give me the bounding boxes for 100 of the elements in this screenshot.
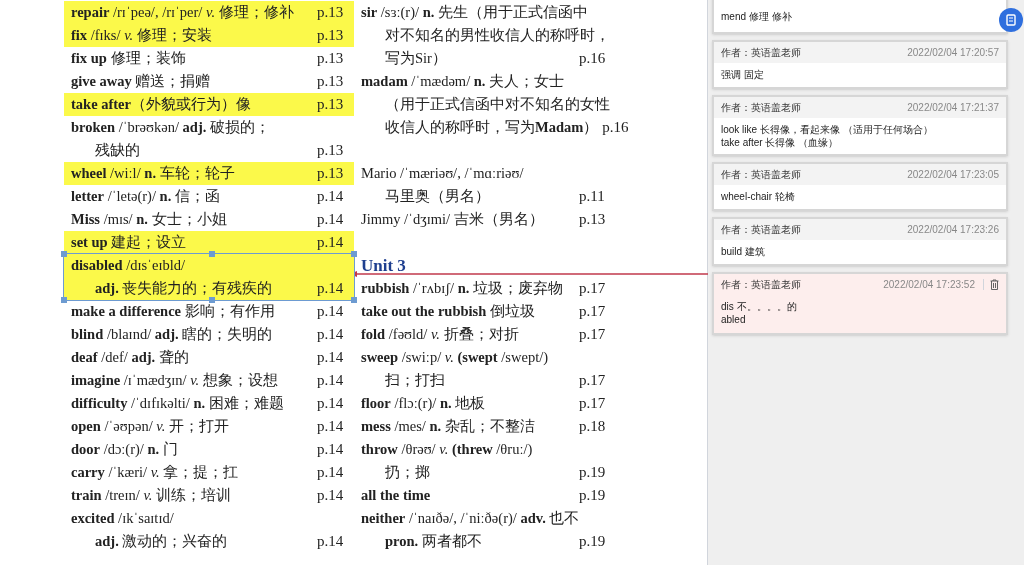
entry-text: rubbish /ˈrʌbɪʃ/ n. 垃圾；废弃物 [361,278,564,298]
entry-text: wheel /wiːl/ n. 车轮；轮子 [71,163,235,183]
page-reference: p.17 [579,371,607,391]
page-reference: p.17 [579,325,607,345]
entry-text: all the time [361,485,431,505]
entry-text: take out the rubbish 倒垃圾 [361,301,535,321]
comment-author: 作者：英语盖老师 [721,168,802,182]
entry-text: disabled /dɪsˈeɪbld/ [71,255,186,275]
page-reference: p.14 [317,279,345,299]
entry-text: 对不知名的男性收信人的称呼时， [385,25,610,45]
page-reference: p.14 [317,348,345,368]
entry-text: open /ˈəʊpən/ v. 开；打开 [71,416,229,436]
page-reference: p.14 [317,394,345,414]
highlighted-entry[interactable]: repair /rɪˈpeə/, /rɪˈper/ v. 修理；修补 p.13 [64,1,354,24]
entry-text: adj. 激动的；兴奋的 [95,531,228,551]
selection-handle[interactable] [209,251,215,257]
delete-button[interactable] [983,279,999,290]
entry-text: neither /ˈnaɪðə/, /ˈniːðə(r)/ adv. 也不 [361,508,580,528]
floating-action-button[interactable] [999,8,1023,32]
entry-text: excited /ɪkˈsaɪtɪd/ [71,508,174,528]
entry-text: repair /rɪˈpeə/, /rɪˈper/ v. 修理；修补 [71,2,294,22]
entry-text: fold /fəʊld/ v. 折叠；对折 [361,324,519,344]
comment-card[interactable]: 作者：英语盖老师 2022/02/04 17:23:52 dis 不。。。。的 abled [712,272,1008,335]
entry-text: 残缺的 [95,140,140,160]
selection-handle[interactable] [209,297,215,303]
comment-author: 作者：英语盖老师 [721,278,802,292]
comment-timestamp: 2022/02/04 17:20:57 [907,46,999,60]
page-reference: p.13 [317,3,345,23]
page-reference: p.14 [317,417,345,437]
comment-author: 作者：英语盖老师 [721,46,802,60]
entry-text: Miss /mɪs/ n. 女士；小姐 [71,209,227,229]
comment-text: dis 不。。。。的 abled [720,300,798,327]
comment-text: look like 长得像，看起来像 （适用于任何场合） take after 长得像 （血缘） [720,123,934,150]
comment-timestamp: 2022/02/04 17:23:52 [883,278,975,292]
entry-text: difficulty /ˈdɪfɪkəlti/ n. 困难；难题 [71,393,284,413]
comment-card[interactable]: mend 修理 修补 [712,0,1008,34]
page-reference: p.13 [317,95,345,115]
comment-timestamp: 2022/02/04 17:21:37 [907,101,999,115]
page-reference: p.13 [317,164,345,184]
selection-handle[interactable] [351,251,357,257]
comment-card[interactable]: 作者：英语盖老师 2022/02/04 17:20:57 强调 固定 [712,40,1008,89]
entry-text: take after（外貌或行为）像 [71,94,251,114]
entry-text: door /dɔː(r)/ n. 门 [71,439,178,459]
page-reference: p.19 [579,532,607,552]
selection-handle[interactable] [61,297,67,303]
page-reference: p.14 [317,532,345,552]
entry-text: fix /fɪks/ v. 修理；安装 [71,25,212,45]
page-reference: p.17 [579,394,607,414]
page-reference: p.13 [317,49,345,69]
page-reference: p.14 [317,371,345,391]
document-icon [1005,14,1017,26]
entry-text: letter /ˈletə(r)/ n. 信；函 [71,186,220,206]
entry-text: 收信人的称呼时，写为Madam） [385,117,599,137]
page-reference: p.13 [317,72,345,92]
highlighted-entry[interactable]: fix /fɪks/ v. 修理；安装 p.13 [64,24,354,47]
comment-author: 作者：英语盖老师 [721,223,802,237]
entry-text: Mario /ˈmæriəʊ/, /ˈmɑːriəʊ/ [361,163,524,183]
selection-handle[interactable] [61,251,67,257]
page-reference: p.14 [317,440,345,460]
highlighted-entry[interactable]: take after（外貌或行为）像 p.13 [64,93,354,116]
highlighted-entry[interactable]: wheel /wiːl/ n. 车轮；轮子 p.13 [64,162,354,185]
page-reference: p.14 [317,187,345,207]
entry-text: sweep /swiːp/ v. (swept /swept/) [361,347,549,367]
page-reference: p.14 [317,486,345,506]
page-reference: p.13 [317,26,345,46]
highlighted-entry[interactable]: set up 建起；设立 p.14 [64,231,354,254]
entry-text: give away 赠送；捐赠 [71,71,211,91]
entry-text: madam /ˈmædəm/ n. 夫人；女士 [361,71,565,91]
comment-author: 作者：英语盖老师 [721,101,802,115]
page-reference: p.19 [579,486,607,506]
selection-handle[interactable] [351,297,357,303]
entry-text: pron. 两者都不 [385,531,482,551]
page-reference: p.16 [579,49,607,69]
comment-card[interactable]: 作者：英语盖老师 2022/02/04 17:23:26 build 建筑 [712,217,1008,266]
entry-text: 写为Sir） [385,48,447,68]
entry-text: train /treɪn/ v. 训练；培训 [71,485,232,505]
entry-text: 扫；打扫 [385,370,445,390]
entry-text: adj. 丧失能力的；有残疾的 [95,278,273,298]
entry-text: throw /θrəʊ/ v. (threw /θruː/) [361,439,533,459]
comment-timestamp: 2022/02/04 17:23:26 [907,223,999,237]
page-reference: p.17 [579,279,607,299]
page-reference: p.14 [317,463,345,483]
entry-text: floor /flɔː(r)/ n. 地板 [361,393,486,413]
page-reference: p.17 [579,302,607,322]
entry-text: 扔；掷 [385,462,430,482]
page-reference: p.18 [579,417,607,437]
page-reference: p.14 [317,210,345,230]
entry-text: carry /ˈkæri/ v. 拿；提；扛 [71,462,239,482]
comment-card[interactable]: 作者：英语盖老师 2022/02/04 17:21:37 look like 长得像，看起来像 （适用于任何场合） take after 长得像 （血缘） [712,95,1008,156]
comment-timestamp: 2022/02/04 17:23:05 [907,168,999,182]
comment-text: wheel-chair 轮椅 [720,190,796,204]
entry-text: imagine /ɪˈmædʒɪn/ v. 想象；设想 [71,370,278,390]
page-reference: p.14 [317,325,345,345]
entry-text: set up 建起；设立 [71,232,187,252]
page-reference: p.11 [579,187,606,207]
entry-text: 马里奥（男名） [385,186,490,206]
comment-card[interactable]: 作者：英语盖老师 2022/02/04 17:23:05 wheel-chair 轮椅 [712,162,1008,211]
page-reference: p.13 [579,210,607,230]
comment-text: build 建筑 [720,245,766,259]
page-reference: p.19 [579,463,607,483]
